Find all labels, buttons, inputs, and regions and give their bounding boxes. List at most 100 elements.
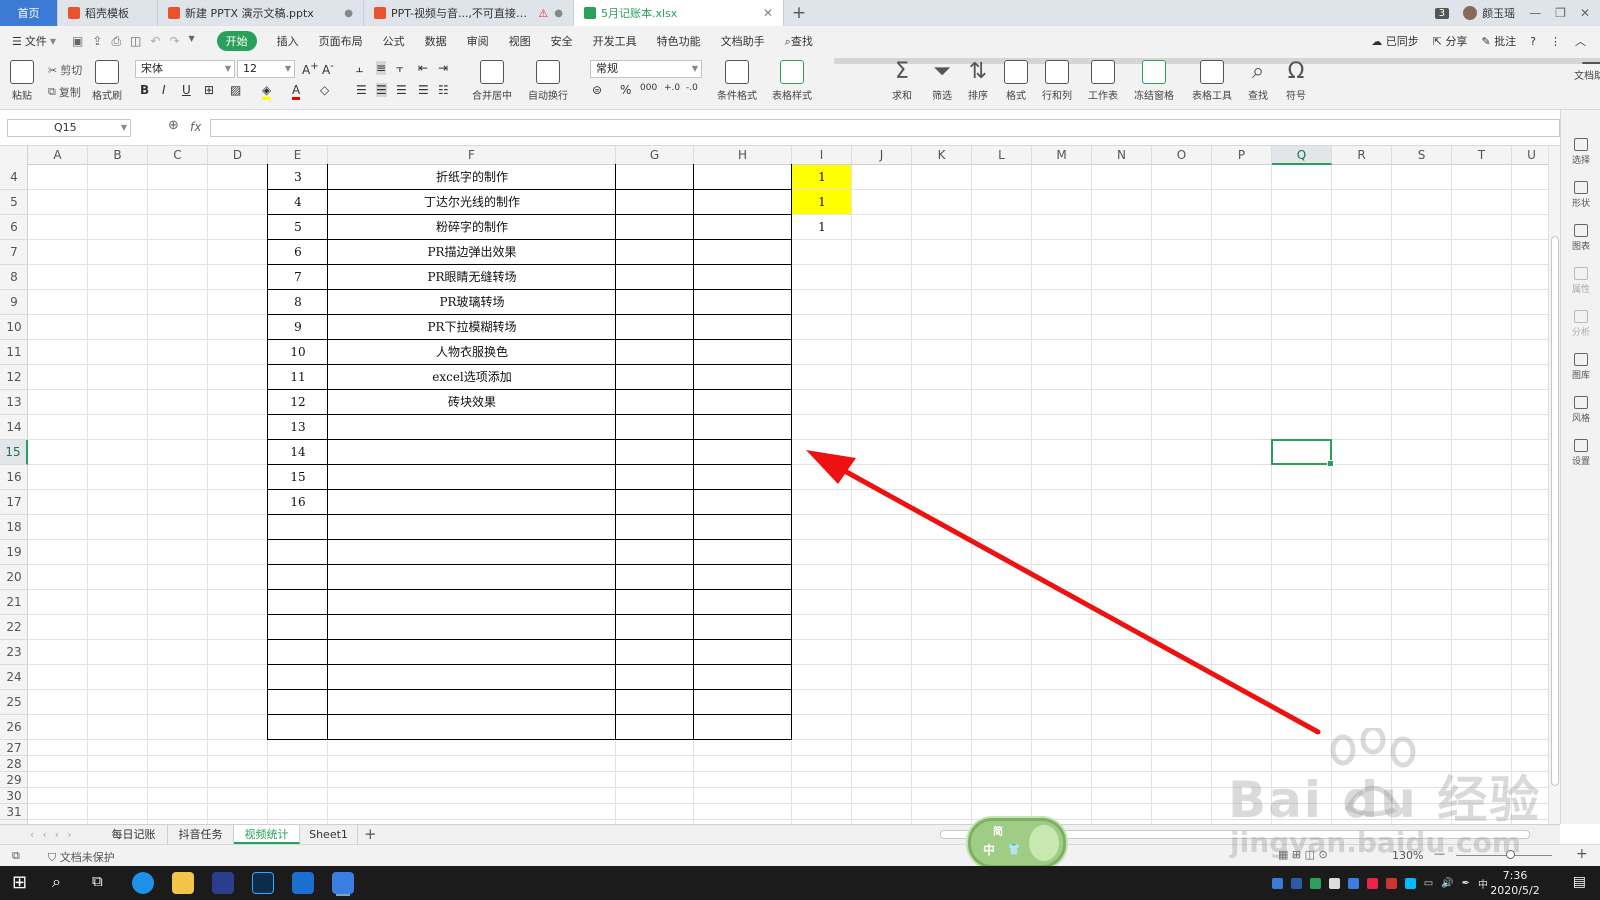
formula-input[interactable] <box>210 119 1560 137</box>
decrease-decimal-icon[interactable]: -.0 <box>686 83 698 93</box>
row-header-31[interactable]: 31 <box>0 804 28 820</box>
row-header-16[interactable]: 16 <box>0 465 28 490</box>
column-header-d[interactable]: D <box>208 146 268 165</box>
file-menu[interactable]: ☰ 文件 ▼ <box>0 33 66 49</box>
menu-view[interactable]: 视图 <box>499 33 541 49</box>
row-header-5[interactable]: 5 <box>0 190 28 215</box>
symbol-button[interactable]: Ω 符号 <box>1284 60 1308 103</box>
column-header-k[interactable]: K <box>912 146 972 165</box>
tray-icon[interactable] <box>1309 877 1321 889</box>
eraser-icon[interactable]: ◇ <box>320 83 329 97</box>
row-header-13[interactable]: 13 <box>0 390 28 415</box>
cell-video-title[interactable]: 丁达尔光线的制作 <box>328 190 616 215</box>
comment-button[interactable]: ✎ 批注 <box>1481 33 1516 49</box>
cell-video-title[interactable]: PR玻璃转场 <box>328 290 616 315</box>
cell-video-title[interactable]: PR描边弹出效果 <box>328 240 616 265</box>
tab-xlsx-active[interactable]: 5月记账本.xlsx ✕ <box>574 0 784 26</box>
app-icon[interactable] <box>212 872 234 894</box>
paste-button[interactable]: 粘贴 <box>10 60 34 102</box>
menu-data[interactable]: 数据 <box>415 33 457 49</box>
cell-done-mark[interactable] <box>792 240 852 265</box>
cell-index[interactable]: 16 <box>268 490 328 515</box>
tray-icon[interactable] <box>1366 877 1378 889</box>
zoom-out-icon[interactable]: — <box>1434 847 1445 860</box>
freeze-panes-button[interactable]: 冻结窗格 <box>1134 60 1174 102</box>
align-right-icon[interactable]: ☰ <box>396 83 407 97</box>
print-preview-icon[interactable]: ◫ <box>130 34 141 49</box>
right-panel-settings[interactable]: 设置 <box>1561 439 1600 467</box>
cell-video-title[interactable]: PR眼睛无缝转场 <box>328 265 616 290</box>
right-panel-shape[interactable]: 形状 <box>1561 181 1600 209</box>
redo-icon[interactable]: ↷ <box>169 34 179 49</box>
status-left-icon[interactable]: ⧉ <box>12 849 20 863</box>
windows-start-icon[interactable]: ⊞ <box>12 872 27 893</box>
table-tools-button[interactable]: 表格工具 <box>1192 60 1232 102</box>
indent-decrease-icon[interactable]: ⇤ <box>418 61 428 75</box>
zoom-formula-icon[interactable]: ⊕ <box>168 118 179 133</box>
column-header-u[interactable]: U <box>1512 146 1548 165</box>
right-panel-chart[interactable]: 图表 <box>1561 224 1600 252</box>
right-panel-property[interactable]: 属性 <box>1561 267 1600 295</box>
cell-grid[interactable]: 3 折纸字的制作 1 4 丁达尔光线的制作 1 5 粉碎字的制作 1 6 PR描边弹出效果 7 PR眼睛… <box>28 164 1548 824</box>
cell-video-title[interactable]: excel选项添加 <box>328 365 616 390</box>
menu-start[interactable]: 开始 <box>216 31 257 51</box>
sheet-tab-douyin[interactable]: 抖音任务 <box>168 825 234 844</box>
tray-icon[interactable] <box>1271 877 1283 889</box>
sort-button[interactable]: ⇅ 排序 <box>966 60 990 103</box>
tab-close-icon[interactable]: ✕ <box>757 6 773 20</box>
align-left-icon[interactable]: ☰ <box>356 83 367 97</box>
cell-done-mark[interactable] <box>792 265 852 290</box>
cell-done-mark[interactable] <box>792 440 852 465</box>
row-header-17[interactable]: 17 <box>0 490 28 515</box>
copy-button[interactable]: ⧉ 复制 <box>48 84 81 100</box>
column-header-b[interactable]: B <box>88 146 148 165</box>
column-header-h[interactable]: H <box>694 146 792 165</box>
align-bottom-icon[interactable]: ⫟ <box>396 61 403 76</box>
name-box[interactable]: Q15 ▼ <box>7 119 131 137</box>
menu-search[interactable]: ⌕查找 <box>775 33 823 49</box>
tray-mic-icon[interactable] <box>1328 877 1340 889</box>
align-center-icon[interactable]: ☰ <box>376 83 387 97</box>
cell-done-mark[interactable] <box>792 390 852 415</box>
new-tab-plus-icon[interactable]: + <box>784 0 814 26</box>
row-header-21[interactable]: 21 <box>0 590 28 615</box>
ime-floating-widget[interactable]: 简 中 👕 <box>968 818 1066 868</box>
bold-icon[interactable]: B <box>140 83 149 97</box>
cell-index[interactable]: 6 <box>268 240 328 265</box>
row-header-20[interactable]: 20 <box>0 565 28 590</box>
view-mode-icons[interactable]: ▦ ⊞ ◫ ⊙ <box>1278 848 1328 861</box>
close-window-icon[interactable]: ✕ <box>1580 6 1590 20</box>
font-color-icon[interactable]: A <box>292 83 301 100</box>
column-header-i[interactable]: I <box>792 146 852 165</box>
sheet-tab-video-stats[interactable]: 视频统计 <box>234 825 300 844</box>
column-header-n[interactable]: N <box>1092 146 1152 165</box>
right-panel-gallery[interactable]: 图库 <box>1561 353 1600 381</box>
cell-done-mark[interactable] <box>792 290 852 315</box>
currency-icon[interactable]: ⊜ <box>592 83 602 97</box>
justify-icon[interactable]: ☰ <box>418 83 429 97</box>
window-count-badge[interactable]: 3 <box>1434 7 1450 19</box>
wrap-text-button[interactable]: 自动换行 <box>528 60 568 102</box>
column-header-c[interactable]: C <box>148 146 208 165</box>
font-family-select[interactable]: 宋体 ▼ <box>135 60 235 78</box>
column-header-o[interactable]: O <box>1152 146 1212 165</box>
cell-video-title[interactable]: 人物衣服换色 <box>328 340 616 365</box>
distribute-icon[interactable]: ☷ <box>438 83 449 97</box>
cell-video-title[interactable] <box>328 465 616 490</box>
cell-index[interactable]: 5 <box>268 215 328 240</box>
help-icon[interactable]: ? <box>1530 35 1536 48</box>
sync-status[interactable]: ☁ 已同步 <box>1371 33 1419 49</box>
zoom-slider-thumb[interactable] <box>1506 850 1515 859</box>
format-painter-button[interactable]: 格式刷 <box>92 60 122 102</box>
right-panel-cursor[interactable]: 选择 <box>1561 138 1600 166</box>
sheet-tab-sheet1[interactable]: Sheet1 <box>300 825 358 844</box>
cell-video-title[interactable]: PR下拉模糊转场 <box>328 315 616 340</box>
border-icon[interactable]: ⊞ <box>204 83 214 97</box>
menu-review[interactable]: 审阅 <box>457 33 499 49</box>
sheet-tab-daily[interactable]: 每日记账 <box>100 825 168 844</box>
file-explorer-icon[interactable] <box>172 872 194 894</box>
cell-index[interactable]: 15 <box>268 465 328 490</box>
volume-icon[interactable]: 🔊 <box>1441 878 1453 889</box>
merge-center-button[interactable]: 合并居中 <box>472 60 512 102</box>
cell-done-mark[interactable]: 1 <box>792 190 852 215</box>
